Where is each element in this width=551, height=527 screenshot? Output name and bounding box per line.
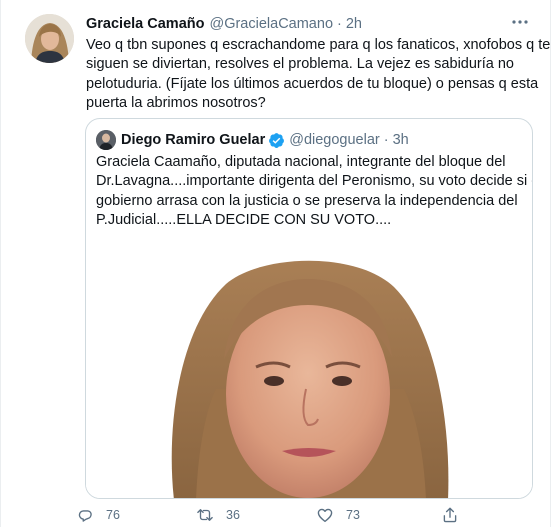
retweet-button[interactable]: 36	[196, 503, 240, 527]
reply-icon	[78, 510, 92, 522]
quoted-text-line: P.Judicial.....ELLA DECIDE CON SU VOTO..…	[96, 211, 392, 228]
quoted-tweet-time: 3h	[392, 132, 409, 148]
heart-icon	[317, 508, 333, 523]
quoted-tweet-header: Diego Ramiro Guelar @diegoguelar · 3h	[96, 130, 409, 150]
quoted-tweet-photo[interactable]	[86, 239, 532, 498]
tweet-text-line: siguen se diviertan, resolves el problem…	[86, 56, 514, 73]
retweet-count: 36	[226, 508, 240, 522]
reply-button[interactable]: 76	[76, 503, 120, 527]
retweet-icon	[197, 509, 213, 521]
separator-dot: ·	[337, 16, 342, 32]
tweet-text: Veo q tbn supones q escrachandome para q…	[86, 36, 551, 113]
separator-dot: ·	[383, 132, 389, 148]
like-button[interactable]: 73	[316, 503, 360, 527]
quoted-author-name: Diego Ramiro Guelar	[121, 132, 266, 148]
tweet-header: Graciela Camaño @GracielaCamano · 2h	[86, 14, 510, 34]
reply-count: 76	[106, 508, 120, 522]
verified-badge-icon	[268, 132, 285, 149]
tweet-actions: 76 36 73	[76, 503, 496, 527]
quoted-author-avatar	[96, 130, 116, 150]
quoted-text-line: gobierno arrasa con la justicia o se pre…	[96, 192, 518, 209]
tweet-text-line: Veo q tbn supones q escrachandome para q…	[86, 37, 551, 53]
tweet-text-line: pelotuduria. (Fíjate los últimos acuerdo…	[86, 75, 539, 92]
quoted-text-line: Dr.Lavagna....importante dirigenta del P…	[96, 173, 533, 190]
like-count: 73	[346, 508, 360, 522]
quoted-tweet-text: Graciela Caamaño, diputada nacional, int…	[96, 153, 533, 230]
quoted-tweet[interactable]: Diego Ramiro Guelar @diegoguelar · 3h Gr…	[85, 118, 533, 499]
share-button[interactable]	[441, 503, 459, 527]
quoted-author-handle: @diegoguelar	[289, 132, 380, 148]
tweet-text-line: puerta la abrimos nosotros?	[86, 94, 266, 111]
author-name[interactable]: Graciela Camaño	[86, 16, 204, 32]
tweet: Graciela Camaño @GracielaCamano · 2h Veo…	[0, 0, 551, 527]
quoted-text-line: Graciela Caamaño, diputada nacional, int…	[96, 154, 506, 170]
tweet-time[interactable]: 2h	[346, 16, 362, 32]
share-icon	[443, 507, 457, 523]
author-avatar[interactable]	[25, 14, 74, 63]
author-handle[interactable]: @GracielaCamano	[209, 16, 333, 32]
more-horizontal-icon[interactable]	[510, 12, 530, 32]
